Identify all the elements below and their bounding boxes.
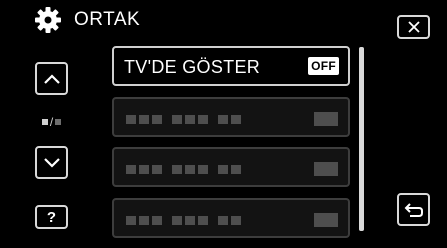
scroll-up-button[interactable] <box>35 62 68 95</box>
page-indicator: / <box>35 115 68 129</box>
page-total-block <box>55 119 62 125</box>
masked-label <box>126 115 241 124</box>
menu-item-tv-display[interactable]: TV'DE GÖSTER OFF <box>112 46 350 86</box>
masked-value <box>314 162 338 176</box>
masked-label <box>126 165 241 174</box>
help-label: ? <box>46 208 57 226</box>
back-button[interactable] <box>397 193 430 226</box>
close-icon <box>407 21 420 33</box>
scroll-down-button[interactable] <box>35 146 68 179</box>
scrollbar-thumb[interactable] <box>359 47 364 231</box>
header: ORTAK <box>34 6 140 34</box>
page-current-block <box>41 119 48 125</box>
arrow-down-icon <box>43 157 60 168</box>
return-icon <box>404 202 423 217</box>
masked-value <box>314 213 338 227</box>
help-button[interactable]: ? <box>35 205 68 229</box>
page-title: ORTAK <box>74 9 141 30</box>
masked-value <box>314 112 338 126</box>
arrow-up-icon <box>43 73 60 84</box>
menu-item-disabled <box>112 198 350 238</box>
masked-label <box>126 216 241 225</box>
scrollbar[interactable] <box>359 47 364 231</box>
close-button[interactable] <box>397 15 430 39</box>
status-badge: OFF <box>308 57 339 75</box>
page-separator: / <box>49 115 54 129</box>
menu-item-disabled <box>112 147 350 187</box>
gear-icon <box>35 7 61 33</box>
menu-item-disabled <box>112 97 350 137</box>
menu-item-label: TV'DE GÖSTER <box>124 57 261 77</box>
